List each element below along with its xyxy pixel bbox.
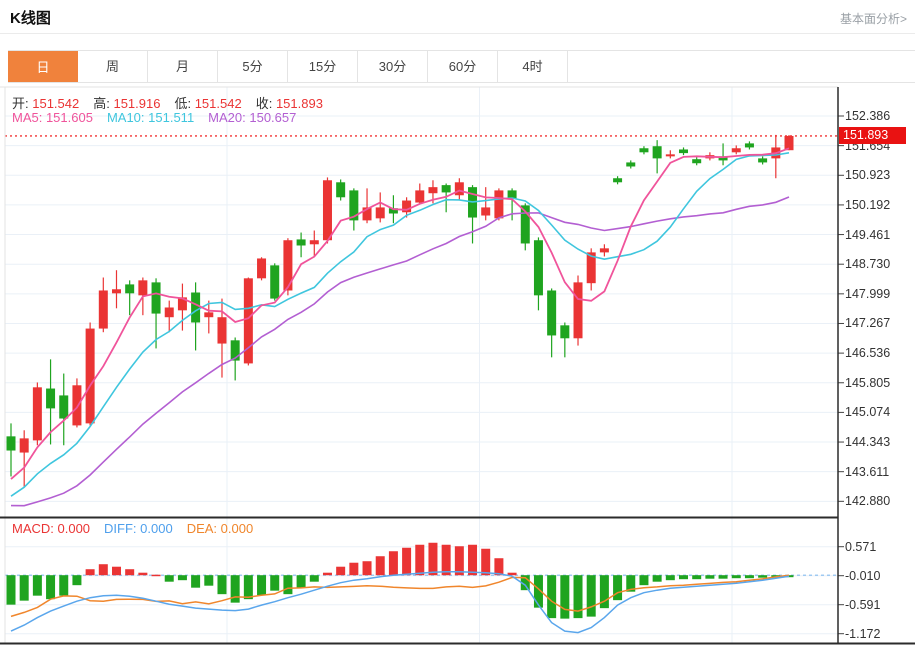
ma5-line (11, 148, 789, 479)
y-axis-label: 145.805 (845, 376, 911, 390)
ma20-line (11, 197, 789, 506)
y-axis-label: 142.880 (845, 494, 911, 508)
macd-readout: MACD: 0.000 DIFF: 0.000 DEA: 0.000 (12, 521, 267, 536)
y-axis-label: 144.343 (845, 435, 911, 449)
readout-item: MA5: 151.605 (12, 110, 93, 125)
y-axis-label: 146.536 (845, 346, 911, 360)
macd-histogram (7, 543, 794, 619)
readout-item: DIFF: 0.000 (104, 521, 173, 536)
ma-readout: MA5: 151.605 MA10: 151.511 MA20: 150.657 (12, 110, 310, 125)
y-axis-label: 143.611 (845, 465, 911, 479)
kline-page: K线图 基本面分析> 日周月5分15分30分60分4时 开: 151.542高:… (0, 0, 915, 648)
y-axis-label: 150.923 (845, 168, 911, 182)
y-axis-label: 149.461 (845, 228, 911, 242)
readout-item: DEA: 0.000 (187, 521, 254, 536)
candles-layer (7, 135, 794, 488)
readout-item: MA20: 150.657 (208, 110, 296, 125)
macd-axis-label: -0.010 (845, 569, 911, 583)
y-axis-label: 148.730 (845, 257, 911, 271)
y-axis-label: 147.999 (845, 287, 911, 301)
macd-axis-label: -0.591 (845, 598, 911, 612)
y-axis-label: 150.192 (845, 198, 911, 212)
current-price-tag: 151.893 (839, 127, 906, 144)
y-axis-label: 152.386 (845, 109, 911, 123)
y-axis-label: 147.267 (845, 316, 911, 330)
readout-item: MA10: 151.511 (107, 110, 194, 125)
y-axis-label: 145.074 (845, 405, 911, 419)
macd-axis-label: -1.172 (845, 627, 911, 641)
macd-axis-label: 0.571 (845, 540, 911, 554)
diff-line (11, 572, 789, 633)
readout-item: MACD: 0.000 (12, 521, 90, 536)
ma10-line (11, 153, 789, 496)
